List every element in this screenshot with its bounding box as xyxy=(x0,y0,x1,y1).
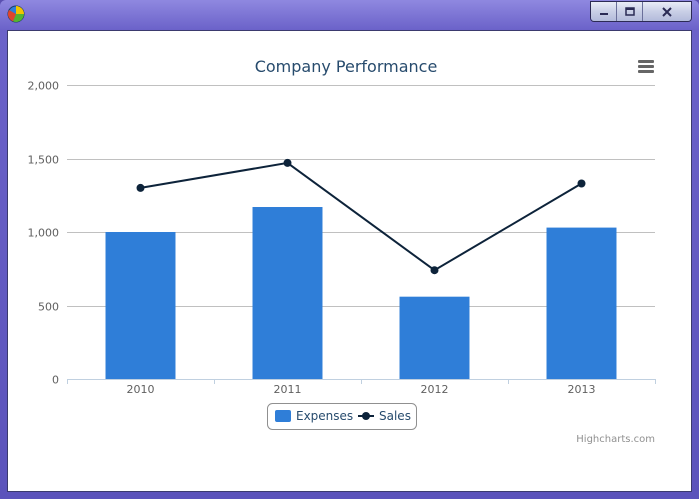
expenses-bar xyxy=(546,227,617,379)
x-tick-label: 2012 xyxy=(421,383,449,396)
sales-line-path xyxy=(140,161,583,272)
x-tick-label: 2011 xyxy=(274,383,302,396)
y-tick-label: 0 xyxy=(52,374,59,387)
hamburger-menu-icon[interactable] xyxy=(638,60,654,74)
x-axis: 2010 2011 2012 2013 xyxy=(67,379,656,396)
chart-container: Company Performance 0 500 1,000 1,500 2,000 … xyxy=(7,30,692,492)
close-button[interactable] xyxy=(643,2,691,21)
y-axis: 0 500 1,000 1,500 2,000 xyxy=(28,80,60,387)
pie-chart-icon xyxy=(7,5,25,23)
sales-point xyxy=(136,183,145,192)
minimize-button[interactable] xyxy=(591,2,617,21)
expenses-bar xyxy=(399,296,470,379)
legend-swatch-expenses xyxy=(275,410,291,422)
sales-point xyxy=(283,158,292,167)
chart-svg: Company Performance 05001,0001,5002,000 … xyxy=(28,57,656,445)
legend-label-sales: Sales xyxy=(379,409,411,423)
sales-point xyxy=(430,266,439,275)
x-tick-label: 2010 xyxy=(127,383,155,396)
expenses-bar xyxy=(252,207,323,379)
maximize-button[interactable] xyxy=(617,2,643,21)
x-tick-label: 2013 xyxy=(568,383,596,396)
legend-item-expenses[interactable]: Expenses xyxy=(275,409,353,423)
y-tick-label: 2,000 xyxy=(28,80,60,93)
sales-line xyxy=(136,158,586,275)
chart-title: Company Performance xyxy=(255,57,438,76)
legend-label-expenses: Expenses xyxy=(296,409,353,423)
close-icon xyxy=(662,6,672,17)
y-tick-label: 1,500 xyxy=(28,154,60,167)
y-tick-label: 500 xyxy=(38,301,59,314)
legend: Expenses Sales xyxy=(267,403,417,430)
minimize-icon xyxy=(599,12,608,15)
sales-point xyxy=(577,179,586,188)
y-tick-label: 1,000 xyxy=(28,227,60,240)
maximize-icon xyxy=(624,6,635,16)
window-controls xyxy=(590,1,692,22)
title-bar[interactable] xyxy=(0,0,699,28)
legend-swatch-sales-marker xyxy=(362,412,370,420)
credits-link[interactable]: Highcharts.com xyxy=(576,434,655,445)
expenses-bar xyxy=(105,232,176,379)
app-window: Company Performance 0 500 1,000 1,500 2,000 … xyxy=(0,0,699,499)
